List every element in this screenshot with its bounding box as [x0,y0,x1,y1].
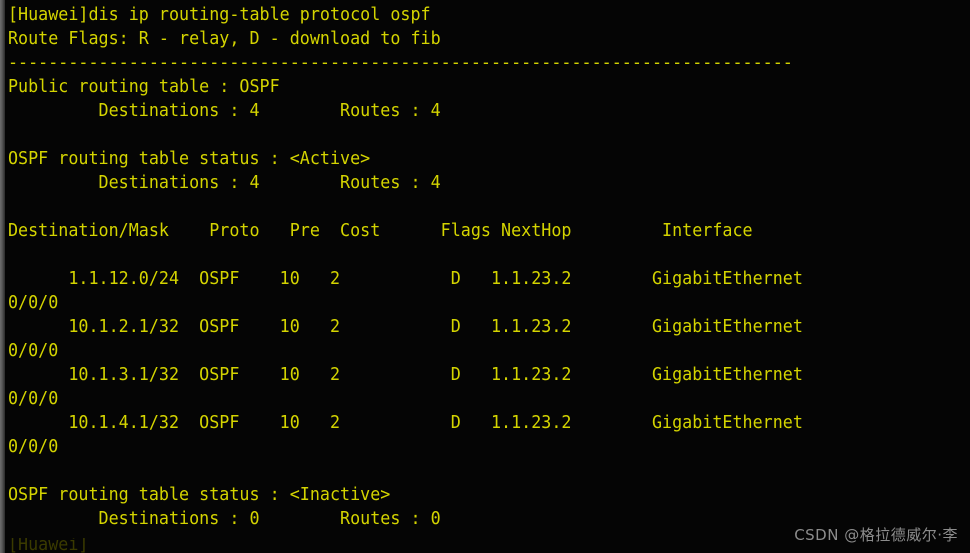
table-row-wrap: 0/0/0 [8,293,59,313]
terminal-line-blank-2 [8,195,927,219]
terminal-window[interactable]: [Huawei]dis ip routing-table protocol os… [0,0,970,553]
table-row: 1.1.12.0/24 OSPF 10 2 D 1.1.23.2 Gigabit… [8,269,803,289]
terminal-line-inactive-status: OSPF routing table status : <Inactive> [8,485,391,505]
terminal-line-active-status: OSPF routing table status : <Active> [8,149,371,169]
terminal-line-blank-1 [8,123,927,147]
table-row: 10.1.2.1/32 OSPF 10 2 D 1.1.23.2 Gigabit… [8,317,803,337]
terminal-line-public-counts: Destinations : 4 Routes : 4 [8,101,441,121]
terminal-line-prompt-command: [Huawei]dis ip routing-table protocol os… [8,5,431,25]
terminal-line-blank-3 [8,243,927,267]
terminal-line-table-header: Destination/Mask Proto Pre Cost Flags Ne… [8,221,753,241]
table-row-wrap: 0/0/0 [8,437,59,457]
terminal-line-active-counts: Destinations : 4 Routes : 4 [8,173,441,193]
terminal-prompt-cursor[interactable]: [Huawei] [8,538,89,553]
terminal-line-blank-4 [8,459,927,483]
table-row-wrap: 0/0/0 [8,389,59,409]
csdn-watermark: CSDN @格拉德威尔·李 [794,526,958,544]
table-row: 10.1.3.1/32 OSPF 10 2 D 1.1.23.2 Gigabit… [8,365,803,385]
table-row-wrap: 0/0/0 [8,341,59,361]
terminal-line-route-flags: Route Flags: R - relay, D - download to … [8,29,441,49]
terminal-line-separator: ----------------------------------------… [8,53,793,73]
table-row: 10.1.4.1/32 OSPF 10 2 D 1.1.23.2 Gigabit… [8,413,803,433]
terminal-line-public-routing-table: Public routing table : OSPF [8,77,280,97]
terminal-line-inactive-counts: Destinations : 0 Routes : 0 [8,509,441,529]
terminal-output-screen[interactable]: [Huawei]dis ip routing-table protocol os… [5,0,970,553]
